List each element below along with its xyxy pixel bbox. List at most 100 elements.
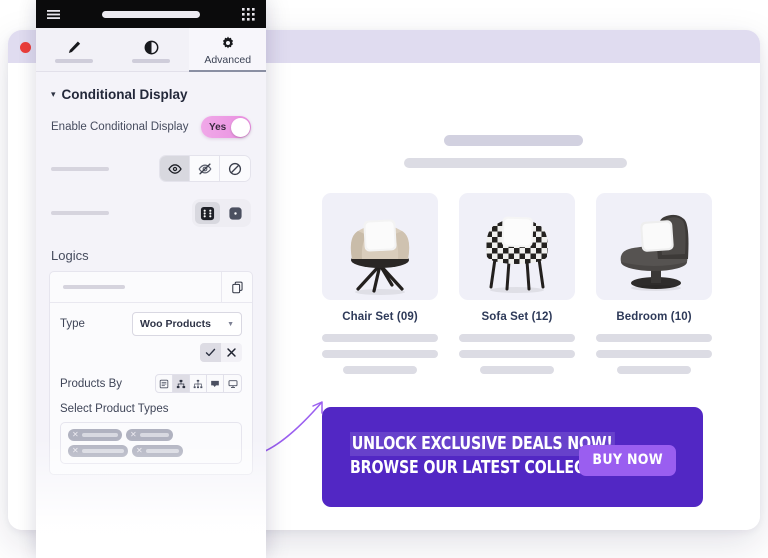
x-icon[interactable]: ✕: [72, 431, 79, 439]
skeleton-line: [459, 334, 575, 342]
logic-card: Type Woo Products ▼ Products By Select P…: [49, 271, 253, 475]
type-select-value: Woo Products: [140, 318, 211, 330]
promo-line-1: Unlock Exclusive Deals Now!: [350, 432, 615, 456]
tab-label-placeholder: [132, 58, 170, 63]
setting-label-placeholder: [51, 211, 109, 215]
eye-slash-icon-button[interactable]: [190, 156, 220, 181]
sitemap-icon-button[interactable]: [190, 375, 207, 392]
cancel-close-button[interactable]: [221, 343, 242, 362]
grid-dots-icon: [200, 206, 215, 220]
type-row: Type Woo Products ▼: [60, 312, 242, 336]
logics-title: Logics: [51, 248, 89, 263]
product-card-title: Chair Set (09): [342, 311, 418, 323]
conditional-display-section-header[interactable]: ▾ Conditional Display: [36, 72, 266, 102]
check-icon: [205, 348, 216, 357]
heading-skeleton-1: [444, 135, 583, 146]
logic-card-body: Type Woo Products ▼ Products By Select P…: [50, 303, 252, 474]
products-by-label: Products By: [60, 377, 122, 390]
eye-icon: [167, 163, 182, 174]
enable-conditional-display-row: Enable Conditional Display Yes: [36, 116, 266, 138]
panel-title-bar: [36, 0, 266, 28]
tag-label-icon-button[interactable]: [207, 375, 224, 392]
product-card-skeleton: [322, 334, 438, 374]
product-type-tag[interactable]: ✕: [68, 429, 122, 441]
pencil-icon: [68, 41, 80, 53]
armchair-checkered-image: [486, 216, 548, 293]
confirm-row: [60, 343, 242, 362]
tab-advanced[interactable]: Advanced: [189, 28, 266, 72]
eye-slash-icon: [198, 162, 211, 174]
x-icon[interactable]: ✕: [136, 447, 143, 455]
confirm-check-button[interactable]: [200, 343, 221, 362]
panel-tab-bar[interactable]: Advanced: [36, 28, 266, 72]
skeleton-line: [479, 366, 555, 374]
product-card-title: Sofa Set (12): [481, 311, 553, 323]
x-icon[interactable]: ✕: [130, 431, 137, 439]
panel-drag-handle[interactable]: [102, 10, 200, 18]
product-type-tag[interactable]: ✕: [132, 445, 183, 457]
enable-conditional-display-toggle[interactable]: Yes: [201, 116, 251, 138]
tab-content[interactable]: [36, 28, 113, 71]
monitor-screen-icon-button[interactable]: [224, 375, 241, 392]
product-card[interactable]: Chair Set (09): [322, 193, 438, 382]
type-label: Type: [60, 318, 85, 330]
no-entry-icon-button[interactable]: [220, 156, 250, 181]
copy-icon: [231, 281, 243, 293]
no-entry-icon: [228, 162, 242, 175]
product-card-skeleton: [459, 334, 575, 374]
grid-dots-icon-button[interactable]: [195, 202, 220, 224]
toggle-knob[interactable]: [230, 117, 250, 137]
product-type-tag[interactable]: ✕: [126, 429, 173, 441]
layout-button-group[interactable]: [192, 199, 251, 227]
tab-style[interactable]: [113, 28, 190, 71]
x-icon[interactable]: ✕: [72, 447, 79, 455]
single-dot-square-icon-button[interactable]: [223, 202, 248, 224]
duplicate-logic-button[interactable]: [221, 271, 252, 303]
skeleton-line: [459, 350, 575, 358]
armchair-beige-image: [350, 219, 410, 295]
skeleton-line: [322, 350, 438, 358]
product-types-tag-box[interactable]: ✕ ✕ ✕ ✕: [60, 422, 242, 464]
eye-icon-button[interactable]: [160, 156, 190, 181]
skeleton-line: [616, 366, 692, 374]
grid-apps-icon[interactable]: [242, 7, 255, 21]
tag-label-placeholder: [139, 433, 169, 437]
tag-label-placeholder: [81, 433, 118, 437]
setting-label-placeholder: [51, 166, 109, 171]
sitemap-icon: [193, 379, 203, 388]
promo-banner[interactable]: Unlock Exclusive Deals Now! Browse Our L…: [322, 407, 703, 507]
enable-conditional-display-label: Enable Conditional Display: [51, 121, 189, 133]
list-lines-icon-button[interactable]: [156, 375, 173, 392]
contrast-half-circle-icon: [144, 40, 158, 54]
monitor-screen-icon: [228, 379, 237, 388]
single-dot-square-icon: [229, 206, 242, 220]
product-type-tag[interactable]: ✕: [68, 445, 128, 457]
chevron-down-icon[interactable]: ▾: [51, 90, 56, 99]
products-by-icon-group[interactable]: [155, 374, 242, 393]
buy-now-button[interactable]: Buy Now: [579, 445, 676, 476]
skeleton-line: [596, 350, 712, 358]
tag-label-placeholder: [81, 449, 124, 453]
products-by-row: Products By: [60, 374, 242, 393]
skeleton-line: [596, 334, 712, 342]
close-window-button[interactable]: [20, 42, 31, 53]
type-select[interactable]: Woo Products ▼: [132, 312, 242, 336]
select-product-types-label: Select Product Types: [60, 403, 169, 415]
logic-card-header: [50, 271, 252, 303]
confirm-button-group[interactable]: [200, 343, 242, 362]
logic-name-placeholder: [63, 285, 125, 289]
swivel-chair-dark-image: [620, 214, 689, 291]
visibility-control-row: [36, 155, 266, 182]
product-card[interactable]: Bedroom (10): [596, 193, 712, 382]
list-lines-icon: [159, 379, 169, 388]
heading-skeleton-2: [404, 158, 627, 168]
skeleton-line: [342, 366, 418, 374]
visibility-button-group[interactable]: [159, 155, 251, 182]
product-card[interactable]: Sofa Set (12): [459, 193, 575, 382]
tab-label-placeholder: [55, 58, 94, 63]
close-x-icon: [227, 348, 236, 357]
product-card-skeleton: [596, 334, 712, 374]
hamburger-icon[interactable]: [47, 8, 60, 21]
hierarchy-tree-icon-button[interactable]: [173, 375, 190, 392]
skeleton-line: [322, 334, 438, 342]
